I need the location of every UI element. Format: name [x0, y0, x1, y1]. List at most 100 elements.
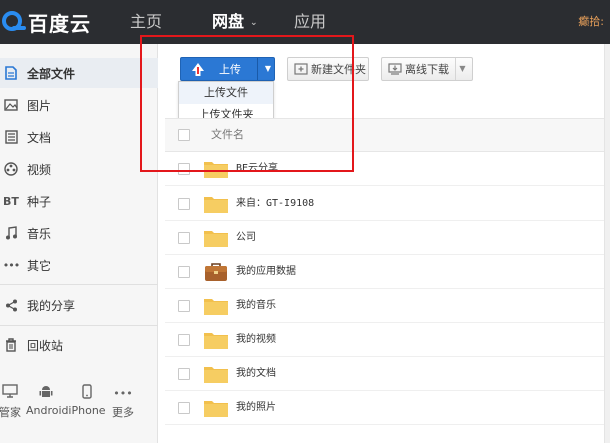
device-iphone[interactable]: iPhone	[67, 384, 107, 417]
file-name[interactable]: 公司	[236, 221, 256, 255]
more-dots-icon: •••	[113, 387, 133, 400]
offline-download-label: 离线下载	[405, 63, 449, 76]
column-header-filename[interactable]: 文件名	[211, 119, 244, 151]
upload-icon	[191, 62, 205, 76]
music-icon	[0, 226, 22, 240]
folder-icon	[203, 398, 229, 421]
sidebar-item-label: 音乐	[27, 226, 52, 241]
offline-download-dropdown-toggle[interactable]: ▼	[455, 58, 469, 80]
user-menu[interactable]: 癫拾:	[578, 0, 604, 44]
row-checkbox[interactable]	[178, 402, 190, 414]
more-dots-icon: •••	[2, 258, 20, 272]
sidebar-item-documents[interactable]: 文档	[0, 122, 158, 152]
chevron-down-icon: ⌄	[250, 17, 258, 28]
new-folder-label: 新建文件夹	[311, 63, 366, 76]
row-checkbox[interactable]	[178, 266, 190, 278]
sidebar: 全部文件 图片 文档 视频 BT 种子 音乐 ••• 其它 我的分享 回收站 管…	[0, 44, 158, 443]
sidebar-item-label: 我的分享	[27, 298, 76, 313]
sidebar-item-label: 视频	[27, 162, 52, 177]
baidu-cloud-logo[interactable]: 百度云	[0, 6, 91, 38]
sidebar-item-all-files[interactable]: 全部文件	[0, 58, 158, 88]
upload-label: 上传	[219, 63, 241, 76]
phone-icon	[67, 384, 107, 404]
sidebar-divider	[0, 284, 158, 285]
upload-dropdown-toggle[interactable]: ▼	[261, 58, 275, 80]
table-row[interactable]: 我的文档	[165, 357, 610, 391]
table-row[interactable]: 我的视频	[165, 323, 610, 357]
android-icon	[26, 384, 66, 404]
device-more[interactable]: ••• 更多	[103, 384, 143, 420]
device-label: 更多	[112, 406, 134, 419]
logo-text: 百度云	[28, 11, 91, 36]
folder-icon	[203, 330, 229, 353]
file-icon	[0, 66, 22, 80]
button-split-divider	[257, 58, 258, 80]
sidebar-item-label: 种子	[27, 194, 52, 209]
download-icon	[388, 63, 402, 75]
table-row[interactable]: 我的应用数据	[165, 255, 610, 289]
top-navbar: 百度云 主页 网盘 ⌄ 应用 癫拾:	[0, 0, 610, 44]
table-row[interactable]: 来自：GT-I9108	[165, 187, 610, 221]
new-folder-button[interactable]: 新建文件夹	[287, 57, 369, 81]
row-checkbox[interactable]	[178, 198, 190, 210]
share-icon	[0, 299, 22, 312]
sidebar-item-recycle-bin[interactable]: 回收站	[0, 330, 158, 360]
row-checkbox[interactable]	[178, 368, 190, 380]
cloud-logo-icon	[0, 10, 28, 35]
menu-item-upload-file[interactable]: 上传文件	[179, 82, 273, 104]
sidebar-item-my-shares[interactable]: 我的分享	[0, 290, 158, 320]
folder-icon	[203, 194, 229, 217]
video-icon	[0, 162, 22, 176]
briefcase-icon	[203, 262, 229, 285]
file-list-header: 文件名	[165, 118, 610, 152]
device-label: Android	[26, 404, 69, 417]
device-android[interactable]: Android	[26, 384, 69, 417]
sidebar-item-label: 全部文件	[27, 66, 76, 81]
sidebar-item-label: 文档	[27, 130, 52, 145]
sidebar-divider	[0, 325, 158, 326]
sidebar-item-other[interactable]: ••• 其它	[0, 250, 158, 280]
table-row[interactable]: 我的音乐	[165, 289, 610, 323]
select-all-checkbox[interactable]	[178, 129, 190, 141]
row-checkbox[interactable]	[178, 300, 190, 312]
image-icon	[0, 99, 22, 111]
vertical-scrollbar[interactable]	[604, 44, 610, 443]
nav-netdisk-label: 网盘	[212, 12, 245, 31]
sidebar-item-videos[interactable]: 视频	[0, 154, 158, 184]
nav-netdisk[interactable]: 网盘 ⌄	[212, 0, 258, 44]
file-name[interactable]: 我的应用数据	[236, 255, 296, 289]
row-checkbox[interactable]	[178, 334, 190, 346]
sidebar-item-music[interactable]: 音乐	[0, 218, 158, 248]
sidebar-item-images[interactable]: 图片	[0, 90, 158, 120]
file-name[interactable]: 来自：GT-I9108	[236, 187, 314, 221]
sidebar-item-torrents[interactable]: BT 种子	[0, 186, 158, 216]
sidebar-item-label: 其它	[27, 258, 52, 273]
row-checkbox[interactable]	[178, 232, 190, 244]
file-name[interactable]: 我的视频	[236, 323, 276, 357]
table-row[interactable]: 我的照片	[165, 391, 610, 425]
upload-button[interactable]: 上传 ▼	[180, 57, 275, 81]
username: 癫拾:	[578, 15, 604, 28]
folder-icon	[203, 159, 229, 182]
folder-icon	[203, 296, 229, 319]
nav-apps-label: 应用	[294, 12, 327, 31]
trash-icon	[0, 338, 22, 352]
folder-icon	[203, 228, 229, 251]
folder-icon	[203, 364, 229, 387]
device-label: 管家	[0, 406, 21, 419]
new-folder-icon	[294, 63, 308, 75]
sidebar-item-label: 图片	[27, 98, 52, 113]
nav-apps[interactable]: 应用	[294, 0, 326, 44]
file-name[interactable]: BE云分享	[236, 152, 278, 186]
file-name[interactable]: 我的照片	[236, 391, 276, 425]
file-name[interactable]: 我的文档	[236, 357, 276, 391]
torrent-icon: BT	[3, 194, 19, 208]
sidebar-item-label: 回收站	[27, 338, 64, 353]
nav-home-label: 主页	[130, 12, 163, 31]
file-name[interactable]: 我的音乐	[236, 289, 276, 323]
nav-home[interactable]: 主页	[130, 0, 162, 44]
table-row[interactable]: 公司	[165, 221, 610, 255]
offline-download-button[interactable]: 离线下载 ▼	[381, 57, 473, 81]
row-checkbox[interactable]	[178, 163, 190, 175]
table-row[interactable]: BE云分享	[165, 152, 610, 186]
